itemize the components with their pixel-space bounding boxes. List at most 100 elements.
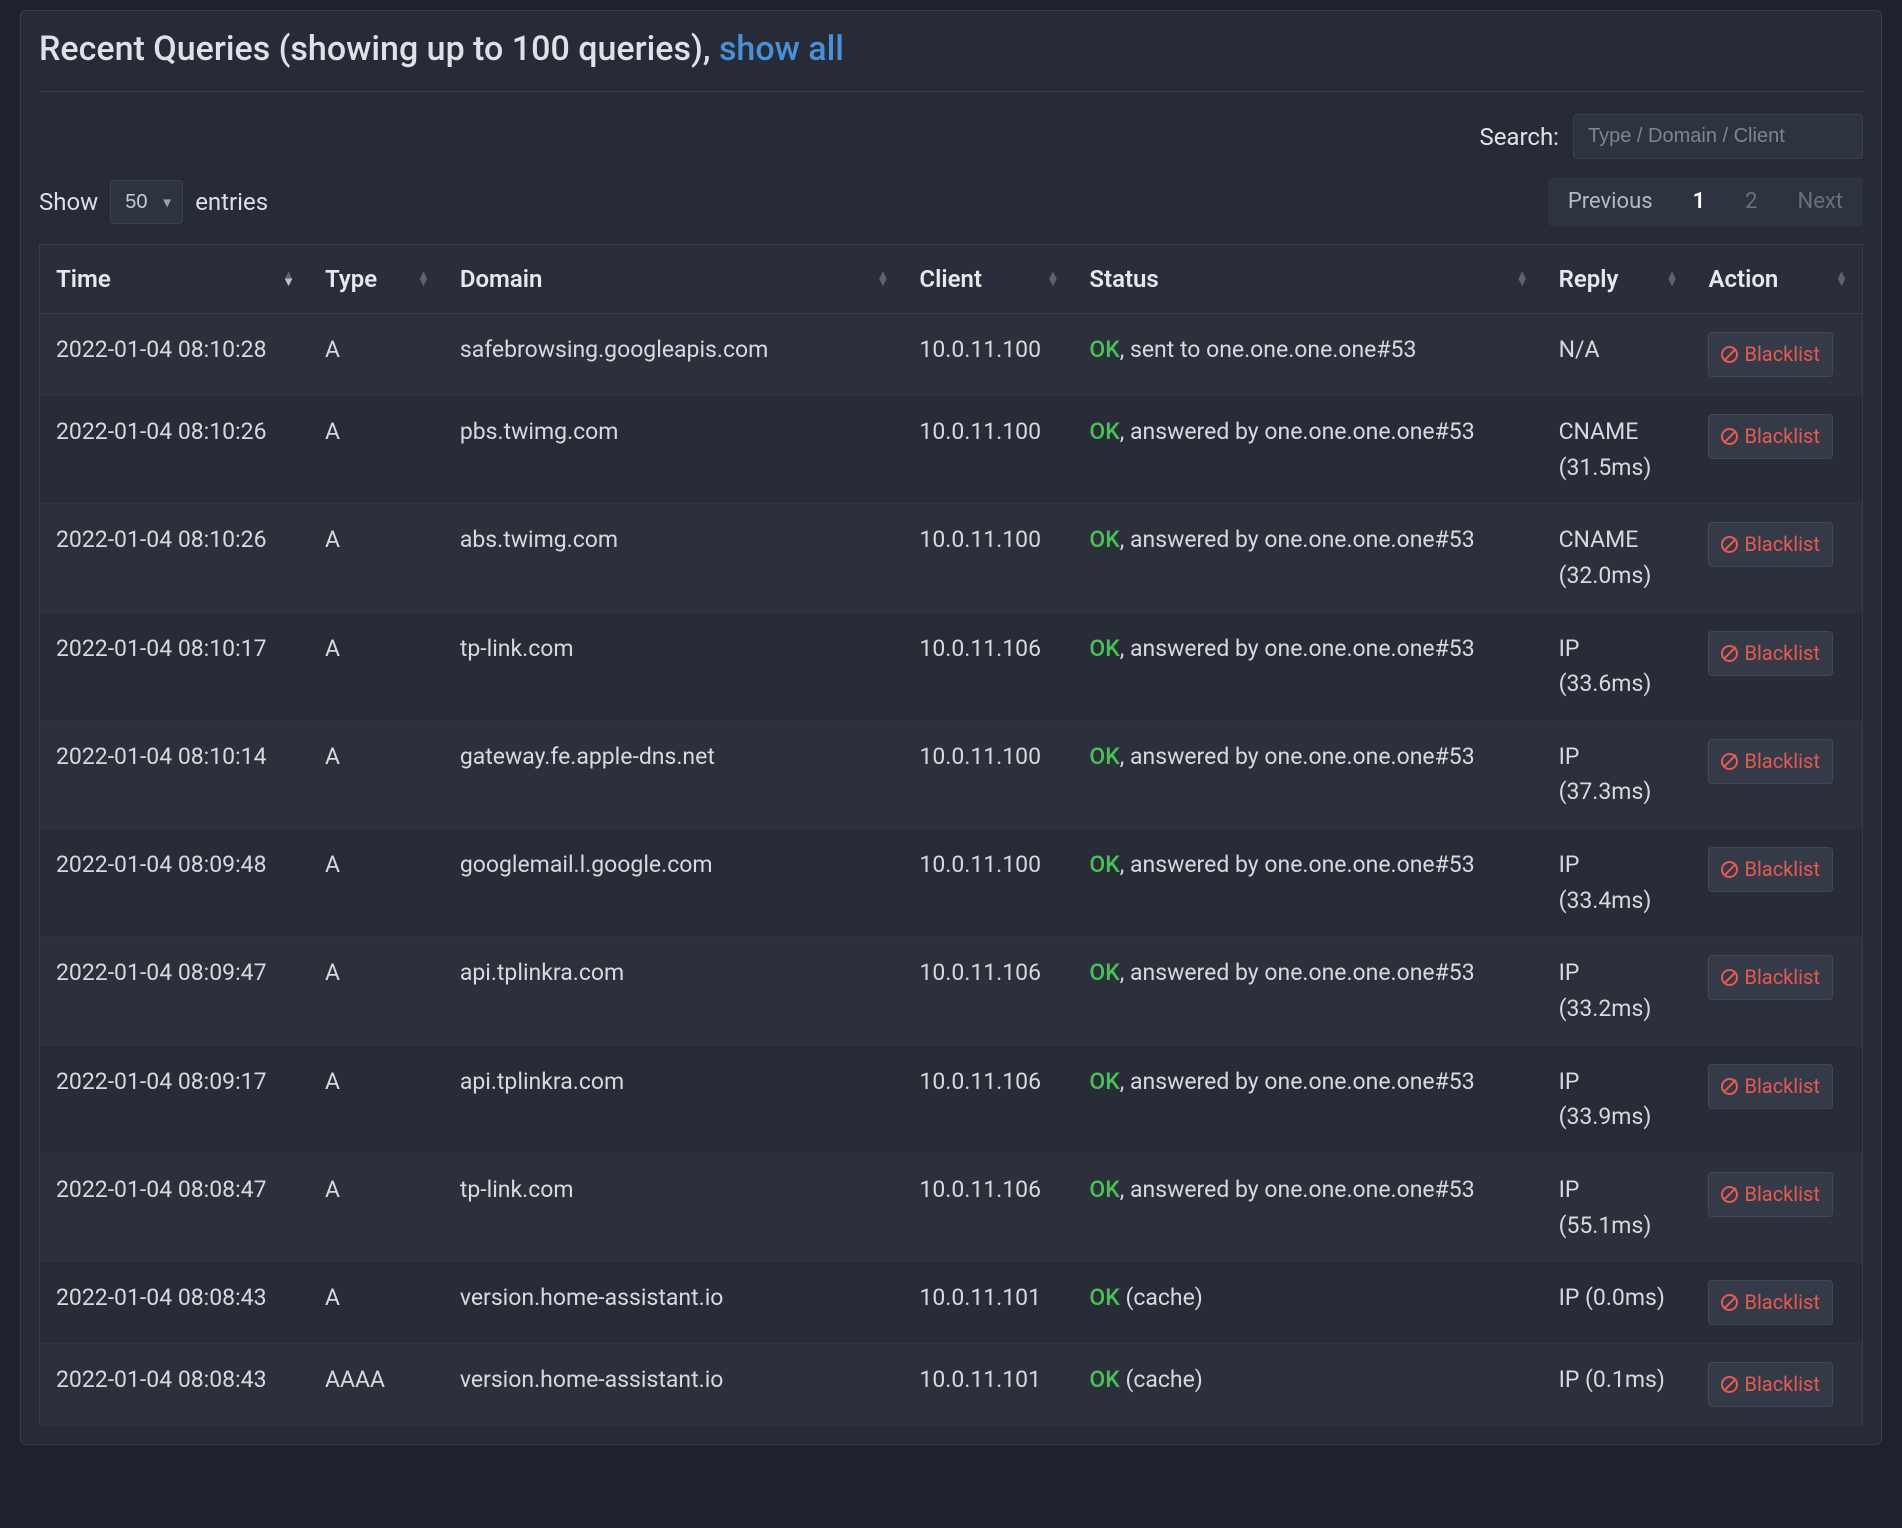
blacklist-label: Blacklist <box>1744 339 1819 370</box>
blacklist-button[interactable]: Blacklist <box>1708 1172 1832 1217</box>
blacklist-button[interactable]: Blacklist <box>1708 847 1832 892</box>
cell-type: A <box>309 829 444 937</box>
col-header-domain[interactable]: Domain ▲▼ <box>444 245 904 314</box>
cell-reply: IP (33.2ms) <box>1543 937 1693 1045</box>
cell-reply: IP (55.1ms) <box>1543 1153 1693 1261</box>
cell-status: OK, answered by one.one.one.one#53 <box>1073 396 1542 504</box>
panel-title-text: Recent Queries (showing up to 100 querie… <box>39 29 719 69</box>
cell-reply: IP (0.0ms) <box>1543 1262 1693 1344</box>
table-row[interactable]: 2022-01-04 08:08:43Aversion.home-assista… <box>40 1262 1863 1344</box>
status-detail: , answered by one.one.one.one#53 <box>1120 1176 1475 1203</box>
table-row[interactable]: 2022-01-04 08:08:47Atp-link.com10.0.11.1… <box>40 1153 1863 1261</box>
cell-client: 10.0.11.100 <box>903 396 1073 504</box>
status-detail: , answered by one.one.one.one#53 <box>1120 1068 1475 1095</box>
table-row[interactable]: 2022-01-04 08:10:26Apbs.twimg.com10.0.11… <box>40 396 1863 504</box>
cell-time: 2022-01-04 08:08:47 <box>40 1153 309 1261</box>
cell-type: A <box>309 396 444 504</box>
recent-queries-panel: Recent Queries (showing up to 100 querie… <box>20 10 1882 1445</box>
table-row[interactable]: 2022-01-04 08:09:17Aapi.tplinkra.com10.0… <box>40 1045 1863 1153</box>
table-row[interactable]: 2022-01-04 08:10:14Agateway.fe.apple-dns… <box>40 720 1863 828</box>
ban-icon <box>1721 861 1738 878</box>
pagination-page-1[interactable]: 1 <box>1673 177 1726 226</box>
blacklist-label: Blacklist <box>1744 746 1819 777</box>
cell-domain: safebrowsing.googleapis.com <box>444 314 904 396</box>
cell-status: OK, answered by one.one.one.one#53 <box>1073 504 1542 612</box>
col-header-type[interactable]: Type ▲▼ <box>309 245 444 314</box>
blacklist-button[interactable]: Blacklist <box>1708 631 1832 676</box>
cell-client: 10.0.11.106 <box>903 1153 1073 1261</box>
blacklist-button[interactable]: Blacklist <box>1708 1280 1832 1325</box>
sort-icon: ▲▼ <box>1835 272 1848 286</box>
sort-icon: ▲▼ <box>417 272 430 286</box>
table-row[interactable]: 2022-01-04 08:10:28Asafebrowsing.googlea… <box>40 314 1863 396</box>
col-header-client[interactable]: Client ▲▼ <box>903 245 1073 314</box>
cell-reply: IP (0.1ms) <box>1543 1344 1693 1426</box>
cell-client: 10.0.11.100 <box>903 829 1073 937</box>
search-label: Search: <box>1479 123 1559 151</box>
blacklist-button[interactable]: Blacklist <box>1708 739 1832 784</box>
sort-icon: ▲▼ <box>282 272 295 286</box>
blacklist-button[interactable]: Blacklist <box>1708 414 1832 459</box>
blacklist-button[interactable]: Blacklist <box>1708 332 1832 377</box>
col-header-time-label: Time <box>56 265 111 293</box>
cell-reply: IP (37.3ms) <box>1543 720 1693 828</box>
table-row[interactable]: 2022-01-04 08:10:26Aabs.twimg.com10.0.11… <box>40 504 1863 612</box>
cell-type: AAAA <box>309 1344 444 1426</box>
sort-icon: ▲▼ <box>1666 272 1679 286</box>
blacklist-button[interactable]: Blacklist <box>1708 1064 1832 1109</box>
cell-action: Blacklist <box>1692 937 1862 1045</box>
cell-reply: IP (33.4ms) <box>1543 829 1693 937</box>
cell-client: 10.0.11.100 <box>903 314 1073 396</box>
cell-reply: N/A <box>1543 314 1693 396</box>
cell-type: A <box>309 720 444 828</box>
cell-type: A <box>309 314 444 396</box>
show-all-link[interactable]: show all <box>719 29 844 69</box>
table-row[interactable]: 2022-01-04 08:08:43AAAAversion.home-assi… <box>40 1344 1863 1426</box>
cell-type: A <box>309 1045 444 1153</box>
length-select[interactable]: 50 <box>110 180 183 224</box>
blacklist-button[interactable]: Blacklist <box>1708 1362 1832 1407</box>
blacklist-button[interactable]: Blacklist <box>1708 955 1832 1000</box>
cell-time: 2022-01-04 08:10:14 <box>40 720 309 828</box>
col-header-action[interactable]: Action ▲▼ <box>1692 245 1862 314</box>
blacklist-label: Blacklist <box>1744 854 1819 885</box>
pagination-page-2[interactable]: 2 <box>1725 177 1777 226</box>
cell-time: 2022-01-04 08:10:28 <box>40 314 309 396</box>
cell-status: OK, answered by one.one.one.one#53 <box>1073 612 1542 720</box>
search-input[interactable] <box>1573 114 1863 159</box>
cell-status: OK, answered by one.one.one.one#53 <box>1073 937 1542 1045</box>
blacklist-label: Blacklist <box>1744 1179 1819 1210</box>
cell-time: 2022-01-04 08:08:43 <box>40 1344 309 1426</box>
cell-domain: api.tplinkra.com <box>444 1045 904 1153</box>
cell-status: OK, answered by one.one.one.one#53 <box>1073 720 1542 828</box>
entries-label: entries <box>195 188 268 216</box>
table-row[interactable]: 2022-01-04 08:09:48Agooglemail.l.google.… <box>40 829 1863 937</box>
status-detail: , answered by one.one.one.one#53 <box>1120 851 1475 878</box>
status-ok: OK <box>1089 743 1119 770</box>
cell-time: 2022-01-04 08:10:26 <box>40 396 309 504</box>
table-row[interactable]: 2022-01-04 08:09:47Aapi.tplinkra.com10.0… <box>40 937 1863 1045</box>
col-header-reply[interactable]: Reply ▲▼ <box>1543 245 1693 314</box>
col-header-status[interactable]: Status ▲▼ <box>1073 245 1542 314</box>
cell-client: 10.0.11.101 <box>903 1262 1073 1344</box>
col-header-reply-label: Reply <box>1559 265 1619 293</box>
blacklist-button[interactable]: Blacklist <box>1708 522 1832 567</box>
cell-client: 10.0.11.106 <box>903 937 1073 1045</box>
col-header-time[interactable]: Time ▲▼ <box>40 245 309 314</box>
ban-icon <box>1721 428 1738 445</box>
table-header-row: Time ▲▼ Type ▲▼ Domain ▲▼ Client ▲▼ Stat… <box>40 245 1863 314</box>
cell-time: 2022-01-04 08:08:43 <box>40 1262 309 1344</box>
status-detail: , answered by one.one.one.one#53 <box>1120 635 1475 662</box>
status-detail: , answered by one.one.one.one#53 <box>1120 418 1475 445</box>
status-ok: OK <box>1089 851 1119 878</box>
status-ok: OK <box>1089 959 1119 986</box>
cell-domain: tp-link.com <box>444 1153 904 1261</box>
pagination-next[interactable]: Next <box>1778 177 1863 226</box>
cell-time: 2022-01-04 08:09:17 <box>40 1045 309 1153</box>
pagination-previous[interactable]: Previous <box>1548 177 1673 226</box>
cell-domain: gateway.fe.apple-dns.net <box>444 720 904 828</box>
ban-icon <box>1721 969 1738 986</box>
col-header-type-label: Type <box>325 265 377 293</box>
table-row[interactable]: 2022-01-04 08:10:17Atp-link.com10.0.11.1… <box>40 612 1863 720</box>
cell-action: Blacklist <box>1692 612 1862 720</box>
